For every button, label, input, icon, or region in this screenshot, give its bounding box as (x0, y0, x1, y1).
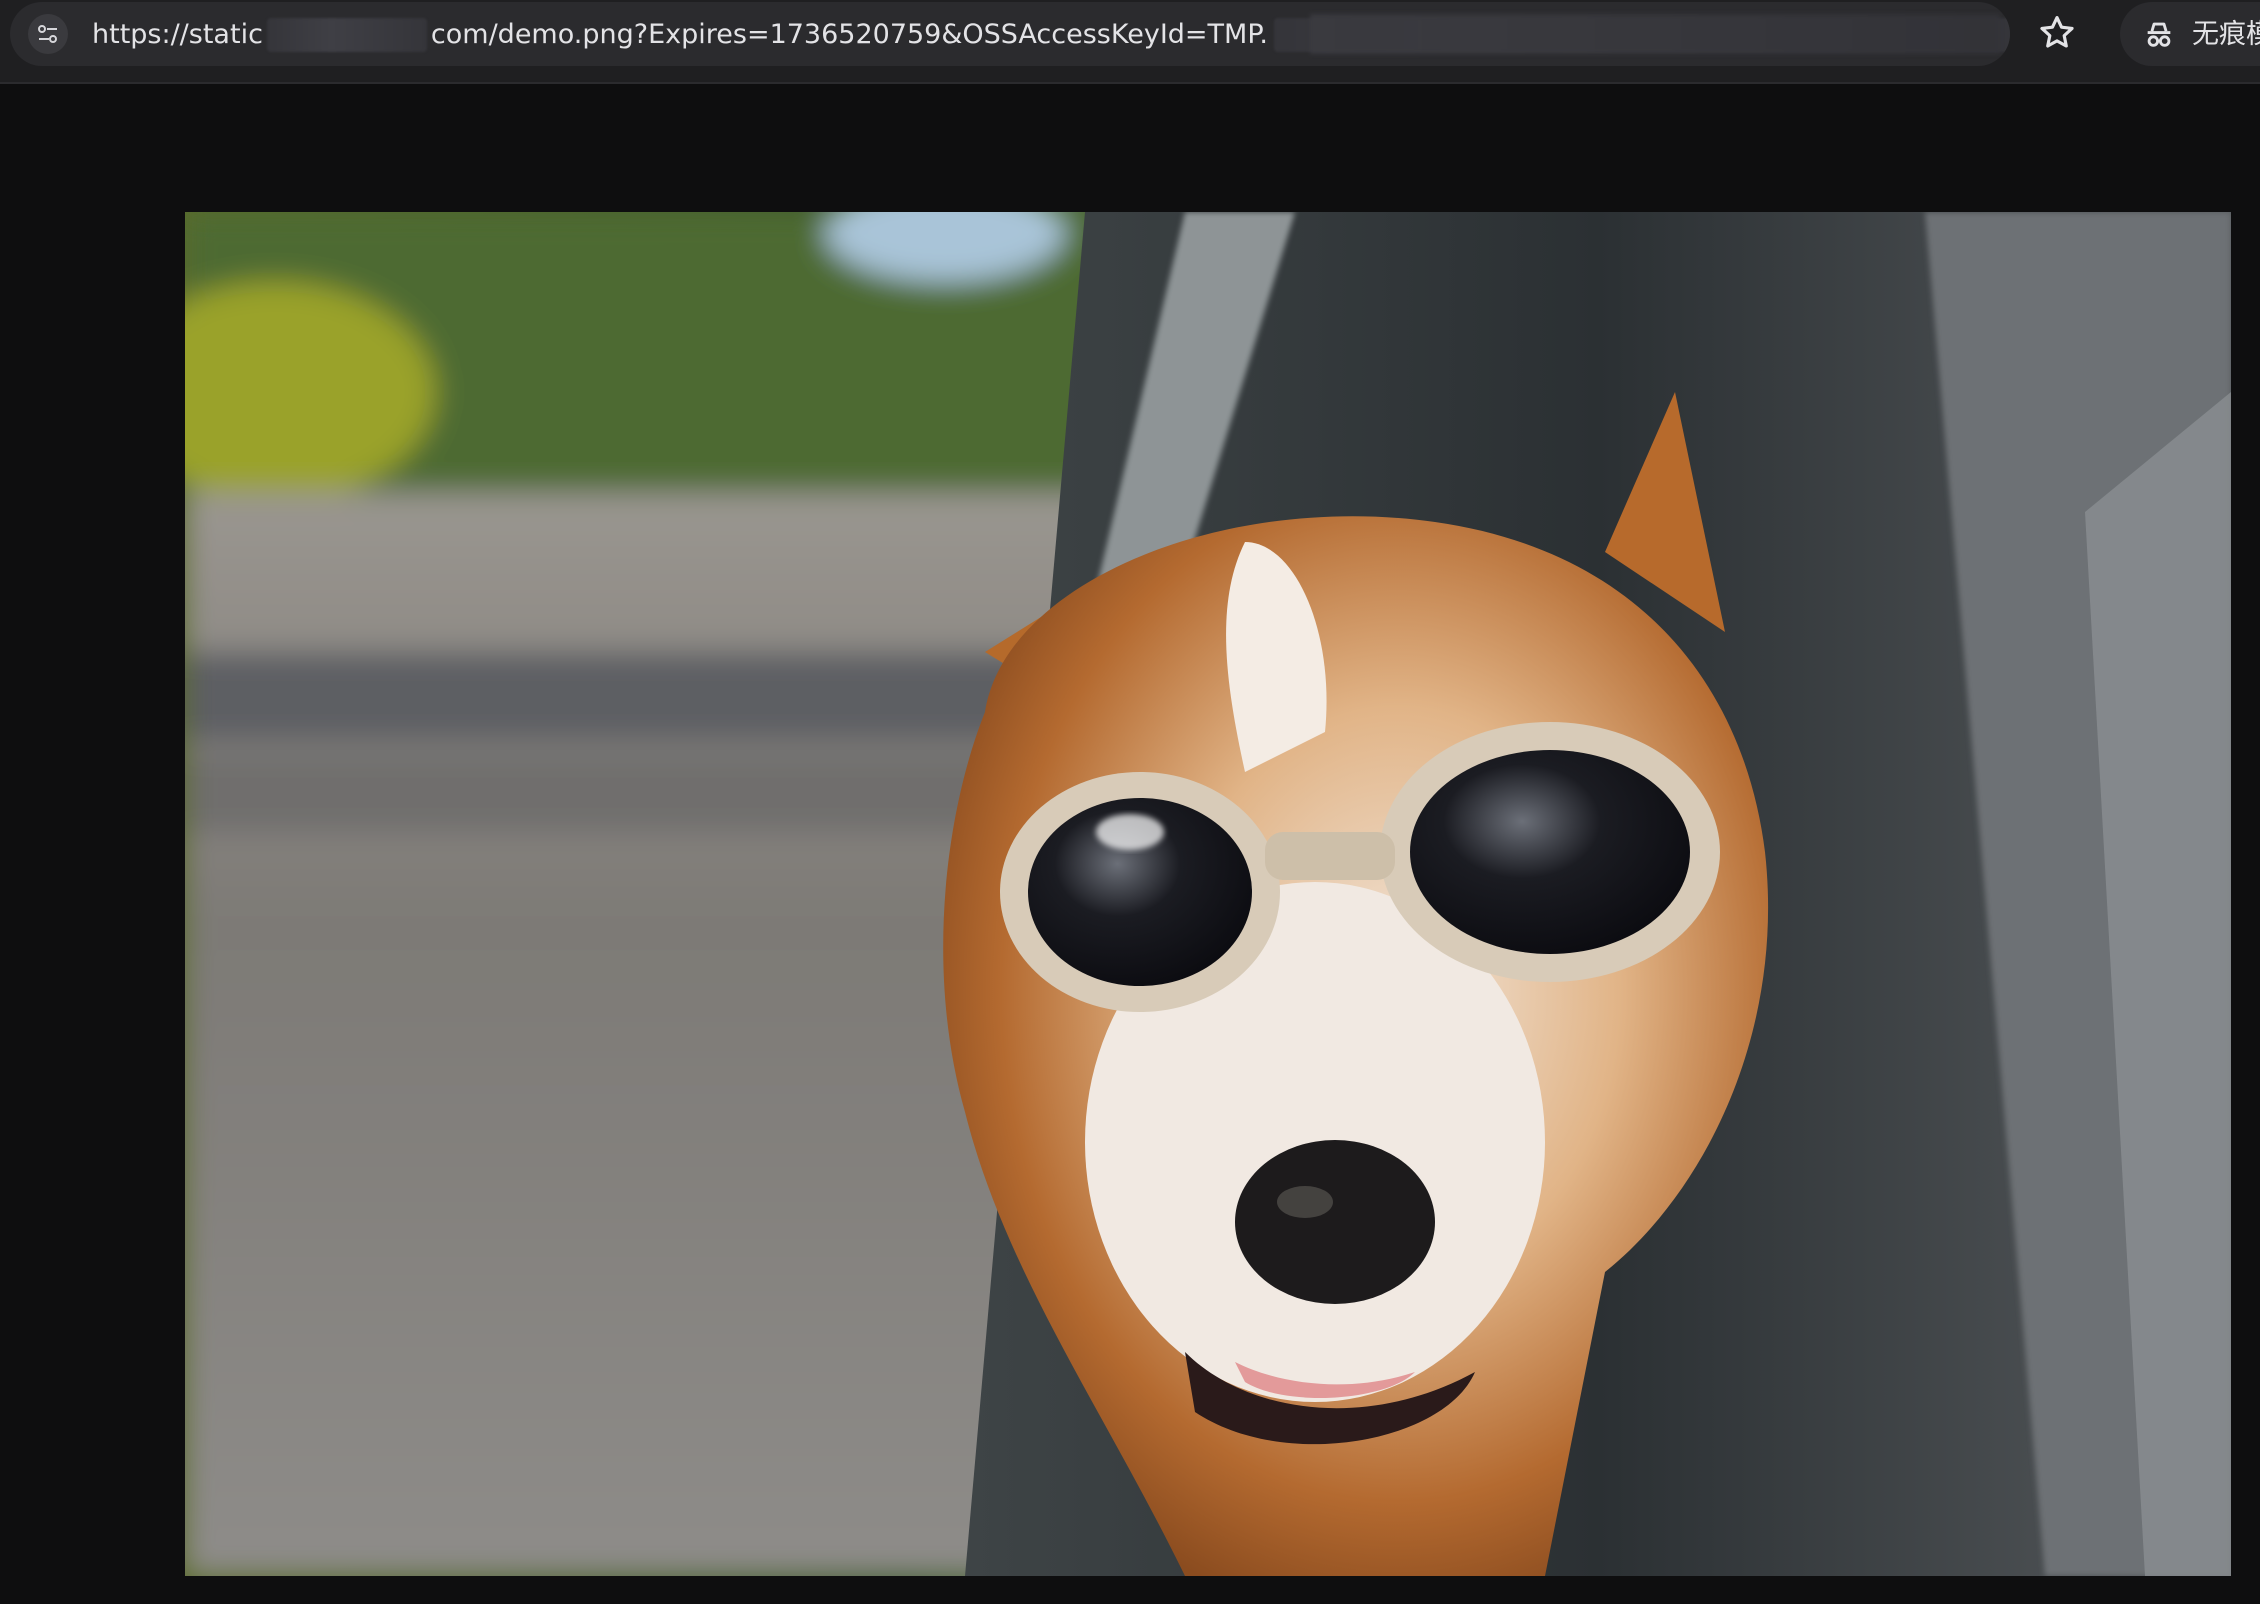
displayed-photo (185, 212, 2231, 1576)
url-main: com/demo.png?Expires=1736520759&OSSAcces… (430, 19, 1268, 50)
url-prefix: https://static (92, 19, 263, 50)
image-viewer[interactable] (185, 212, 2231, 1576)
address-bar[interactable]: https://static com/demo.png?Expires=17365… (10, 2, 2010, 66)
tune-icon (38, 25, 57, 43)
redacted-segment (266, 18, 427, 52)
incognito-indicator[interactable]: 无痕模式 (2120, 2, 2260, 66)
star-icon (2040, 16, 2074, 48)
browser-toolbar: https://static com/demo.png?Expires=17365… (0, 0, 2260, 84)
incognito-label: 无痕模式 (2192, 19, 2260, 50)
redacted-tail (1310, 14, 2000, 54)
incognito-icon (2147, 22, 2171, 47)
bookmark-button[interactable] (2036, 12, 2078, 54)
site-info-button[interactable] (28, 14, 68, 54)
